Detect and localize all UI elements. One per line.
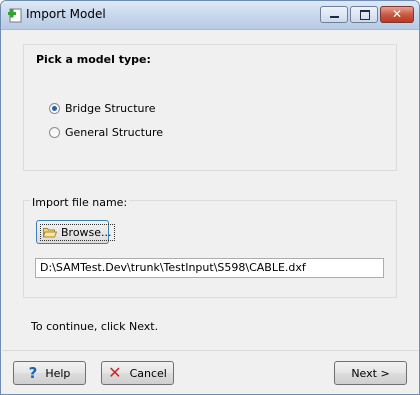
import-file-label: Import file name: bbox=[30, 196, 130, 209]
browse-button[interactable]: Browse... bbox=[36, 220, 115, 244]
cancel-button[interactable]: ✕ Cancel bbox=[101, 361, 174, 385]
dialog-content: Pick a model type: Bridge Structure Gene… bbox=[2, 30, 418, 394]
import-file-group bbox=[23, 200, 397, 298]
question-mark-icon: ? bbox=[28, 364, 38, 382]
file-path-field[interactable]: D:\SAMTest.Dev\trunk\TestInput\S598\CABL… bbox=[35, 258, 384, 278]
help-button[interactable]: ? Help bbox=[13, 361, 86, 385]
cancel-label: Cancel bbox=[129, 366, 167, 380]
help-label: Help bbox=[45, 366, 71, 380]
browse-focus-rect: Browse... bbox=[40, 223, 115, 241]
maximize-icon bbox=[360, 10, 370, 20]
close-icon: ✕ bbox=[391, 7, 403, 21]
import-model-icon bbox=[8, 8, 22, 23]
next-label: Next > bbox=[351, 366, 390, 380]
maximize-button[interactable] bbox=[350, 6, 378, 23]
continue-hint: To continue, click Next. bbox=[31, 320, 159, 333]
minimize-button[interactable] bbox=[320, 6, 348, 23]
radio-general-structure[interactable]: General Structure bbox=[49, 124, 163, 140]
radio-label-bridge: Bridge Structure bbox=[65, 101, 156, 115]
close-button[interactable]: ✕ bbox=[380, 6, 414, 23]
folder-open-icon bbox=[43, 227, 57, 237]
next-button[interactable]: Next > bbox=[334, 361, 407, 385]
dialog-footer: ? Help ✕ Cancel Next > bbox=[2, 350, 418, 394]
red-x-icon: ✕ bbox=[108, 363, 122, 382]
radio-button-selected[interactable] bbox=[49, 102, 60, 114]
radio-bridge-structure[interactable]: Bridge Structure bbox=[49, 100, 156, 116]
window-title: Import Model bbox=[26, 7, 106, 21]
model-type-heading: Pick a model type: bbox=[36, 53, 151, 66]
radio-button[interactable] bbox=[49, 126, 60, 138]
title-bar[interactable]: Import Model ✕ bbox=[1, 1, 419, 30]
radio-label-general: General Structure bbox=[65, 125, 164, 139]
browse-label: Browse... bbox=[61, 225, 112, 239]
import-model-window: Import Model ✕ Pick a model type: Bridge… bbox=[0, 0, 420, 395]
minimize-icon bbox=[330, 16, 339, 18]
